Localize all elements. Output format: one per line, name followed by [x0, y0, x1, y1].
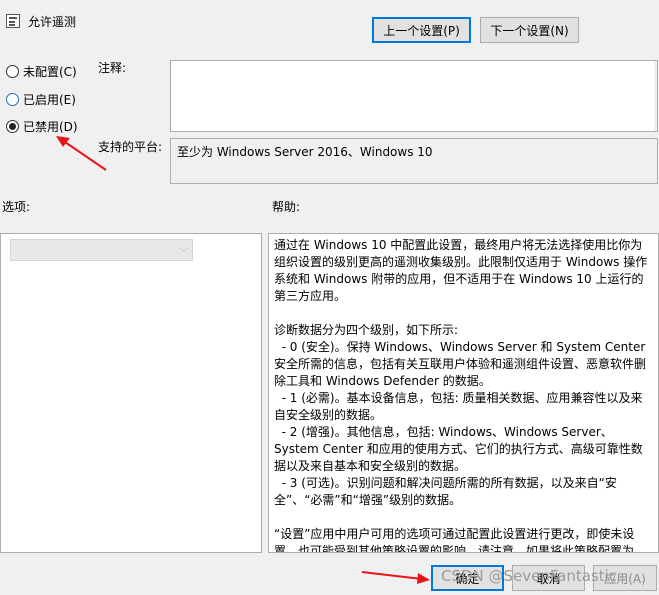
radio-circle[interactable]: [6, 119, 19, 133]
platform-field: 至少为 Windows Server 2016、Windows 10: [170, 138, 658, 184]
comment-scrollbar[interactable]: [654, 61, 657, 131]
annotation-arrow-disabled: [56, 136, 107, 171]
chevron-down-icon: ⌵: [179, 242, 188, 255]
radio-not-configured[interactable]: 未配置(C): [6, 62, 77, 80]
options-label: 选项:: [2, 200, 31, 214]
options-dropdown[interactable]: ⌵: [10, 239, 193, 261]
help-pane[interactable]: 通过在 Windows 10 中配置此设置，最终用户将无法选择使用比你为组织设置…: [268, 233, 659, 553]
radio-enabled[interactable]: 已启用(E): [6, 90, 76, 108]
radio-label: 已启用(E): [23, 92, 76, 107]
radio-circle[interactable]: [6, 64, 19, 78]
watermark: CSDN @SevenFantastic: [441, 567, 618, 585]
help-text: 通过在 Windows 10 中配置此设置，最终用户将无法选择使用比你为组织设置…: [274, 238, 648, 553]
annotation-arrow-ok: [361, 571, 430, 584]
radio-circle[interactable]: [6, 92, 19, 106]
title-bar: 允许遥测: [6, 11, 76, 31]
platform-value: 至少为 Windows Server 2016、Windows 10: [177, 145, 433, 159]
policy-setting-icon: [6, 14, 20, 28]
previous-setting-button[interactable]: 上一个设置(P): [372, 17, 471, 43]
window-title: 允许遥测: [28, 14, 77, 29]
next-setting-button[interactable]: 下一个设置(N): [480, 17, 579, 43]
options-pane: ⌵: [0, 233, 262, 553]
comment-label: 注释:: [98, 61, 127, 75]
comment-textarea[interactable]: [170, 60, 658, 132]
help-label: 帮助:: [272, 200, 301, 214]
radio-label: 未配置(C): [23, 64, 77, 79]
